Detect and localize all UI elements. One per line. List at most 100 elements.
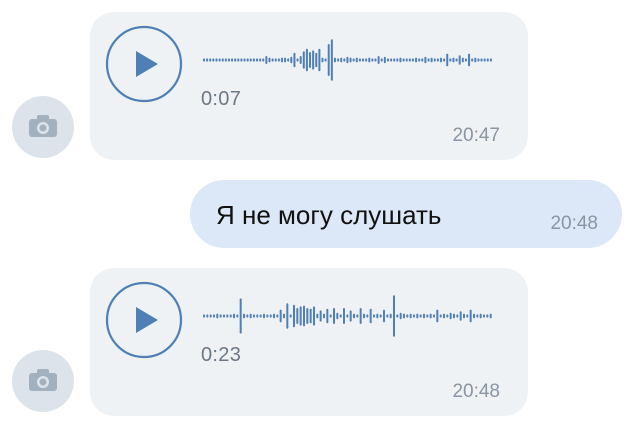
waveform-bar bbox=[405, 58, 408, 62]
waveform-bar bbox=[427, 58, 430, 62]
waveform-bar bbox=[430, 57, 433, 63]
waveform-bar bbox=[240, 58, 243, 62]
sender-avatar[interactable] bbox=[12, 96, 74, 158]
play-button[interactable] bbox=[105, 281, 183, 359]
play-button[interactable] bbox=[105, 25, 183, 103]
play-icon bbox=[136, 51, 158, 77]
waveform-bar bbox=[486, 314, 489, 318]
waveform-bar bbox=[419, 314, 422, 318]
waveform-bar bbox=[458, 55, 461, 65]
waveform-bar bbox=[276, 314, 279, 318]
waveform-bar bbox=[256, 58, 259, 62]
waveform-bar bbox=[280, 57, 283, 63]
waveform-bar bbox=[396, 58, 399, 62]
waveform-bar bbox=[287, 58, 290, 62]
waveform-bar bbox=[312, 50, 315, 70]
waveform-bar bbox=[265, 56, 268, 64]
waveform-bar bbox=[449, 58, 452, 62]
waveform-bar bbox=[286, 303, 289, 329]
waveform-bar bbox=[309, 308, 312, 324]
waveform-bar bbox=[259, 314, 262, 318]
waveform-bar bbox=[429, 313, 432, 319]
waveform-bar bbox=[363, 313, 365, 319]
waveform-bar bbox=[302, 51, 305, 69]
waveform-bar bbox=[284, 57, 287, 63]
waveform-bar bbox=[333, 57, 336, 63]
waveform-bar bbox=[218, 58, 221, 62]
play-icon bbox=[136, 307, 158, 333]
waveform-bar bbox=[446, 53, 449, 67]
waveform-bar bbox=[368, 57, 371, 63]
waveform-bar bbox=[453, 313, 455, 319]
waveform-bar bbox=[319, 310, 322, 322]
waveform-bar bbox=[239, 298, 242, 334]
waveform-bar bbox=[327, 44, 330, 76]
waveform-bar bbox=[340, 57, 343, 63]
sender-avatar[interactable] bbox=[12, 350, 74, 412]
message-text: Я не могу слушать bbox=[216, 200, 442, 230]
waveform-bar bbox=[252, 58, 255, 62]
waveform-bar bbox=[374, 58, 377, 62]
waveform-bar bbox=[449, 312, 452, 320]
waveform-bar bbox=[206, 314, 209, 318]
waveform-bar bbox=[409, 313, 412, 319]
waveform-bar bbox=[315, 52, 318, 68]
waveform-bar bbox=[321, 57, 324, 63]
waveform-bar bbox=[439, 57, 442, 63]
waveform-bar bbox=[271, 58, 274, 62]
waveform-bar bbox=[296, 308, 299, 324]
waveform-bar bbox=[436, 58, 439, 62]
waveform-bar bbox=[433, 58, 436, 62]
waveform-bar bbox=[483, 314, 485, 318]
waveform-bar bbox=[299, 306, 302, 326]
waveform-bar bbox=[471, 58, 474, 62]
waveform-bar bbox=[423, 313, 425, 319]
waveform-bar bbox=[456, 314, 459, 318]
waveform-bar bbox=[380, 58, 383, 62]
waveform-bar bbox=[468, 53, 471, 67]
waveform-bar bbox=[376, 313, 379, 319]
waveform-bar bbox=[318, 48, 321, 72]
waveform-bar bbox=[219, 314, 222, 318]
waveform-bar bbox=[386, 314, 389, 318]
waveform-bar bbox=[339, 314, 342, 318]
camera-icon bbox=[29, 369, 57, 391]
message-timestamp: 20:47 bbox=[452, 125, 500, 146]
waveform-bar bbox=[329, 314, 332, 318]
waveform-bar bbox=[362, 58, 365, 62]
waveform-bar bbox=[206, 58, 209, 62]
waveform-bar bbox=[233, 313, 235, 319]
waveform-bar bbox=[346, 314, 349, 318]
waveform-bar bbox=[436, 309, 439, 323]
waveform-bar bbox=[323, 313, 325, 319]
waveform-bar bbox=[383, 56, 386, 64]
waveform-bar bbox=[299, 56, 302, 64]
waveform-bar bbox=[359, 308, 362, 324]
waveform-bar bbox=[408, 58, 411, 62]
waveform-bar bbox=[463, 313, 465, 319]
voice-waveform[interactable] bbox=[203, 34, 493, 86]
voice-waveform[interactable] bbox=[203, 290, 493, 342]
waveform-bar bbox=[489, 58, 492, 62]
waveform-bar bbox=[256, 314, 259, 318]
waveform-bar bbox=[243, 58, 246, 62]
waveform-bar bbox=[433, 314, 435, 318]
waveform-bar bbox=[234, 58, 237, 62]
waveform-bar bbox=[365, 58, 368, 62]
waveform-bar bbox=[371, 58, 374, 62]
voice-message-bubble: 0:23 20:48 bbox=[90, 268, 528, 416]
waveform-bar bbox=[466, 314, 469, 318]
waveform-bar bbox=[443, 58, 446, 62]
waveform-bar bbox=[439, 314, 442, 318]
waveform-bar bbox=[224, 58, 227, 62]
waveform-bar bbox=[446, 314, 449, 318]
waveform-bar bbox=[326, 308, 329, 324]
waveform-bar bbox=[262, 58, 265, 62]
waveform-bar bbox=[274, 58, 277, 62]
waveform-bar bbox=[236, 314, 239, 318]
waveform-bar bbox=[346, 56, 349, 64]
waveform-bar bbox=[269, 314, 272, 318]
waveform-bar bbox=[229, 314, 232, 318]
waveform-bar bbox=[268, 57, 271, 63]
waveform-bar bbox=[336, 312, 339, 320]
